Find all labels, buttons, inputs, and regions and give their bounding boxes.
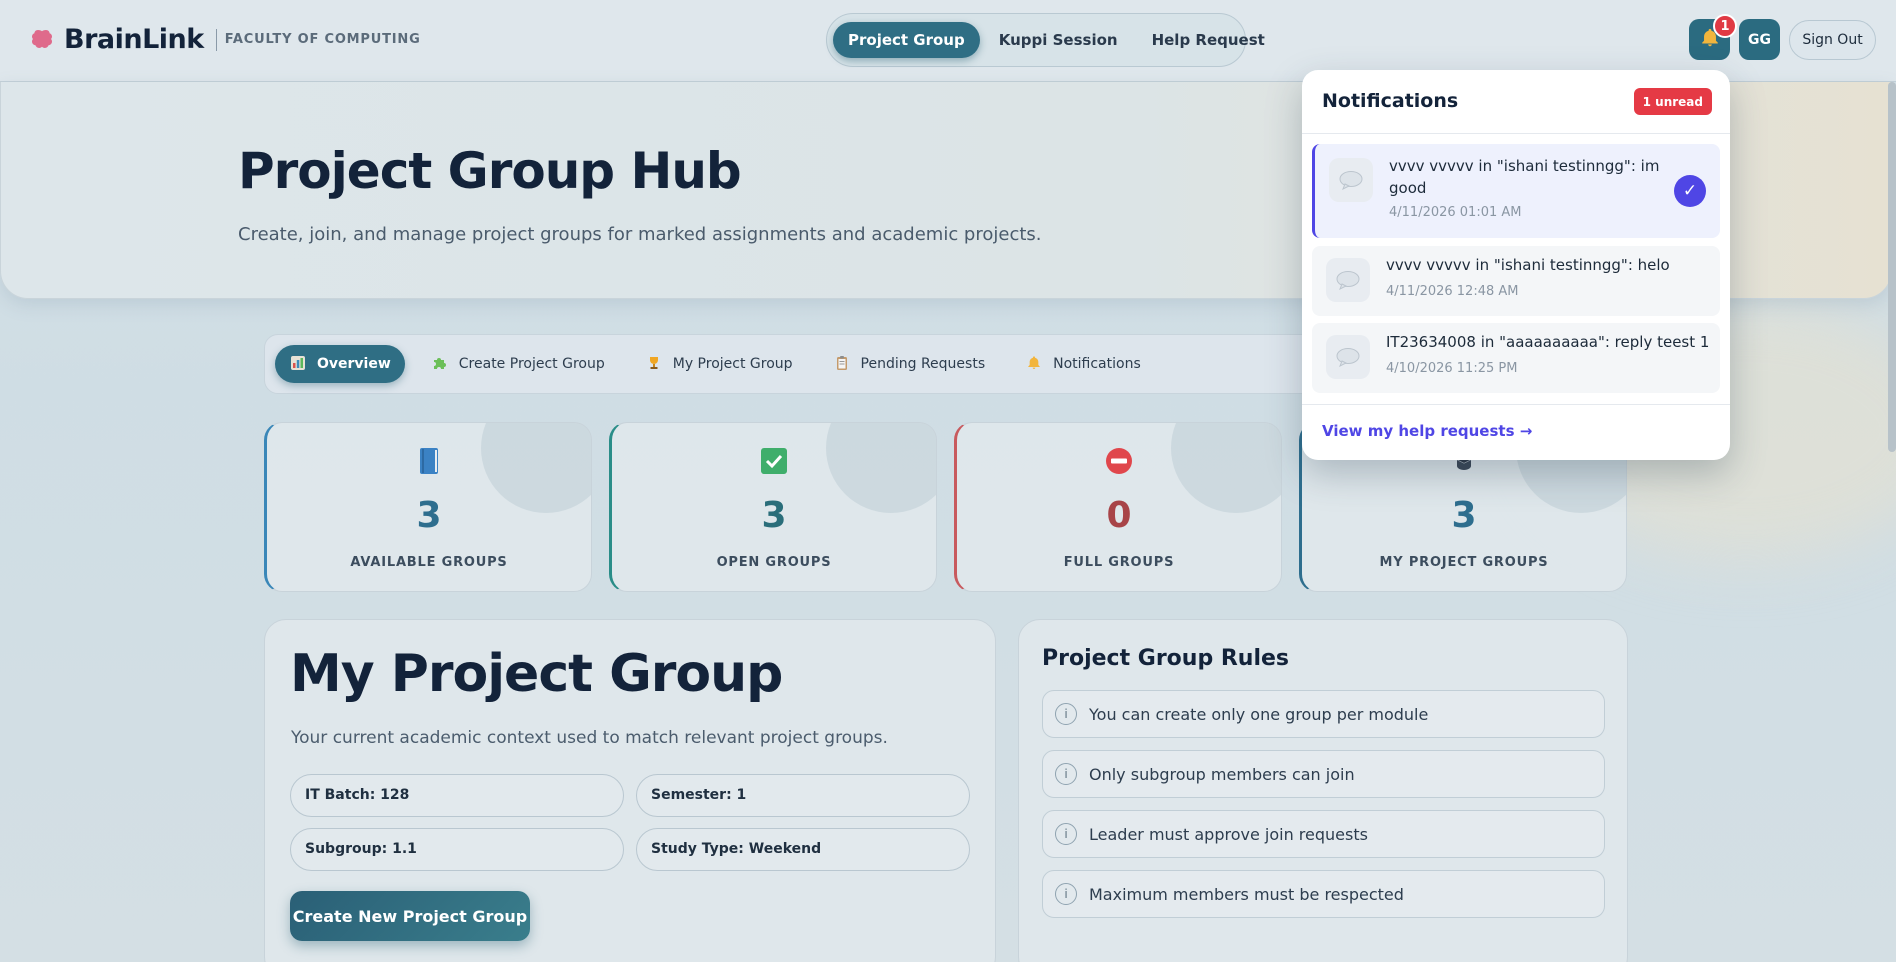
stat-value: 3 bbox=[761, 495, 787, 536]
stat-label: MY PROJECT GROUPS bbox=[1379, 555, 1549, 570]
checkbox-icon bbox=[612, 447, 936, 477]
stat-value: 3 bbox=[1451, 495, 1477, 536]
mark-read-check-icon[interactable]: ✓ bbox=[1674, 175, 1706, 207]
tab-create-project-group[interactable]: Create Project Group bbox=[417, 345, 619, 383]
notification-item[interactable]: vvvv vvvvv in "ishani testinngg": im goo… bbox=[1312, 144, 1720, 238]
puzzle-icon bbox=[431, 355, 449, 373]
tab-create-label: Create Project Group bbox=[458, 356, 605, 372]
tab-my-group-label: My Project Group bbox=[672, 356, 793, 372]
notification-message: IT23634008 in "aaaaaaaaaa": reply teest … bbox=[1386, 333, 1710, 351]
my-project-group-card: My Project Group Your current academic c… bbox=[264, 619, 996, 962]
tab-overview-label: Overview bbox=[317, 356, 391, 372]
nav-kuppi-session[interactable]: Kuppi Session bbox=[984, 22, 1133, 58]
tab-my-project-group[interactable]: My Project Group bbox=[631, 345, 807, 383]
notification-time: 4/11/2026 01:01 AM bbox=[1389, 205, 1522, 220]
tab-pending-requests[interactable]: Pending Requests bbox=[819, 345, 1000, 383]
stat-label: OPEN GROUPS bbox=[716, 555, 832, 570]
project-group-rules-card: Project Group Rules i You can create onl… bbox=[1018, 619, 1628, 962]
speech-bubble-icon bbox=[1326, 335, 1370, 379]
notification-message: vvvv vvvvv in "ishani testinngg": im goo… bbox=[1389, 157, 1660, 197]
rule-item: i Maximum members must be respected bbox=[1042, 870, 1605, 918]
notifications-dropdown: Notifications 1 unread vvvv vvvvv in "is… bbox=[1302, 70, 1730, 460]
notifications-header: Notifications 1 unread bbox=[1302, 70, 1730, 134]
brand-name: BrainLink bbox=[64, 24, 204, 55]
rule-text: Leader must approve join requests bbox=[1089, 824, 1368, 844]
stat-label: FULL GROUPS bbox=[1063, 555, 1175, 570]
speech-bubble-icon bbox=[1329, 158, 1373, 202]
brand-divider bbox=[215, 28, 217, 51]
nav-help-request[interactable]: Help Request bbox=[1137, 22, 1280, 58]
rule-item: i Leader must approve join requests bbox=[1042, 810, 1605, 858]
section-tabs: Overview Create Project Group My Project… bbox=[264, 334, 1364, 394]
tab-pending-label: Pending Requests bbox=[860, 356, 986, 372]
rule-text: Maximum members must be respected bbox=[1089, 884, 1404, 904]
page-subtitle: Create, join, and manage project groups … bbox=[238, 224, 1042, 245]
sign-out-button[interactable]: Sign Out bbox=[1789, 20, 1876, 60]
notification-message: vvvv vvvvv in "ishani testinngg": helo bbox=[1386, 256, 1670, 274]
notifications-title: Notifications bbox=[1322, 90, 1459, 112]
section-title: My Project Group bbox=[290, 644, 783, 704]
unread-count-badge: 1 unread bbox=[1633, 88, 1712, 115]
section-description: Your current academic context used to ma… bbox=[291, 728, 888, 748]
rule-item: i You can create only one group per modu… bbox=[1042, 690, 1605, 738]
no-entry-icon bbox=[957, 447, 1281, 477]
create-new-project-group-button[interactable]: Create New Project Group bbox=[290, 891, 530, 941]
semester-chip: Semester: 1 bbox=[636, 774, 970, 817]
rule-text: Only subgroup members can join bbox=[1089, 764, 1355, 784]
brain-icon bbox=[30, 27, 56, 53]
page-title: Project Group Hub bbox=[238, 142, 742, 200]
info-icon: i bbox=[1055, 883, 1077, 905]
info-icon: i bbox=[1055, 763, 1077, 785]
rule-text: You can create only one group per module bbox=[1089, 704, 1429, 724]
info-icon: i bbox=[1055, 823, 1077, 845]
notification-time: 4/11/2026 12:48 AM bbox=[1386, 284, 1519, 299]
subgroup-chip: Subgroup: 1.1 bbox=[290, 828, 624, 871]
notifications-footer: View my help requests → bbox=[1302, 404, 1730, 460]
page-scrollbar[interactable] bbox=[1888, 82, 1896, 452]
faculty-label: FACULTY OF COMPUTING bbox=[224, 32, 421, 47]
stat-card-open-groups: 3 OPEN GROUPS bbox=[609, 422, 937, 592]
rules-title: Project Group Rules bbox=[1042, 646, 1290, 671]
brand-logo[interactable]: BrainLink FACULTY OF COMPUTING bbox=[30, 24, 421, 55]
study-type-chip: Study Type: Weekend bbox=[636, 828, 970, 871]
tab-notifications-label: Notifications bbox=[1053, 356, 1141, 372]
book-icon bbox=[267, 447, 591, 477]
speech-bubble-icon bbox=[1326, 258, 1370, 302]
stat-value: 0 bbox=[1106, 495, 1132, 536]
clipboard-icon bbox=[833, 355, 851, 373]
trophy-icon bbox=[645, 355, 663, 373]
notification-count-badge: 1 bbox=[1713, 14, 1737, 38]
tab-notifications[interactable]: Notifications bbox=[1011, 345, 1155, 383]
main-nav: Project Group Kuppi Session Help Request bbox=[826, 13, 1265, 67]
stat-card-available-groups: 3 AVAILABLE GROUPS bbox=[264, 422, 592, 592]
stat-card-full-groups: 0 FULL GROUPS bbox=[954, 422, 1282, 592]
bell-icon bbox=[1025, 355, 1043, 373]
chart-icon bbox=[289, 355, 307, 373]
notification-item[interactable]: vvvv vvvvv in "ishani testinngg": helo 4… bbox=[1312, 246, 1720, 316]
notification-item[interactable]: IT23634008 in "aaaaaaaaaa": reply teest … bbox=[1312, 323, 1720, 393]
rule-item: i Only subgroup members can join bbox=[1042, 750, 1605, 798]
notification-time: 4/10/2026 11:25 PM bbox=[1386, 361, 1518, 376]
view-help-requests-link[interactable]: View my help requests → bbox=[1322, 422, 1532, 440]
batch-chip: IT Batch: 128 bbox=[290, 774, 624, 817]
nav-project-group[interactable]: Project Group bbox=[833, 22, 980, 58]
info-icon: i bbox=[1055, 703, 1077, 725]
user-avatar[interactable]: GG bbox=[1739, 19, 1780, 60]
tab-overview[interactable]: Overview bbox=[275, 345, 405, 383]
stat-value: 3 bbox=[416, 495, 442, 536]
stat-label: AVAILABLE GROUPS bbox=[350, 555, 508, 570]
